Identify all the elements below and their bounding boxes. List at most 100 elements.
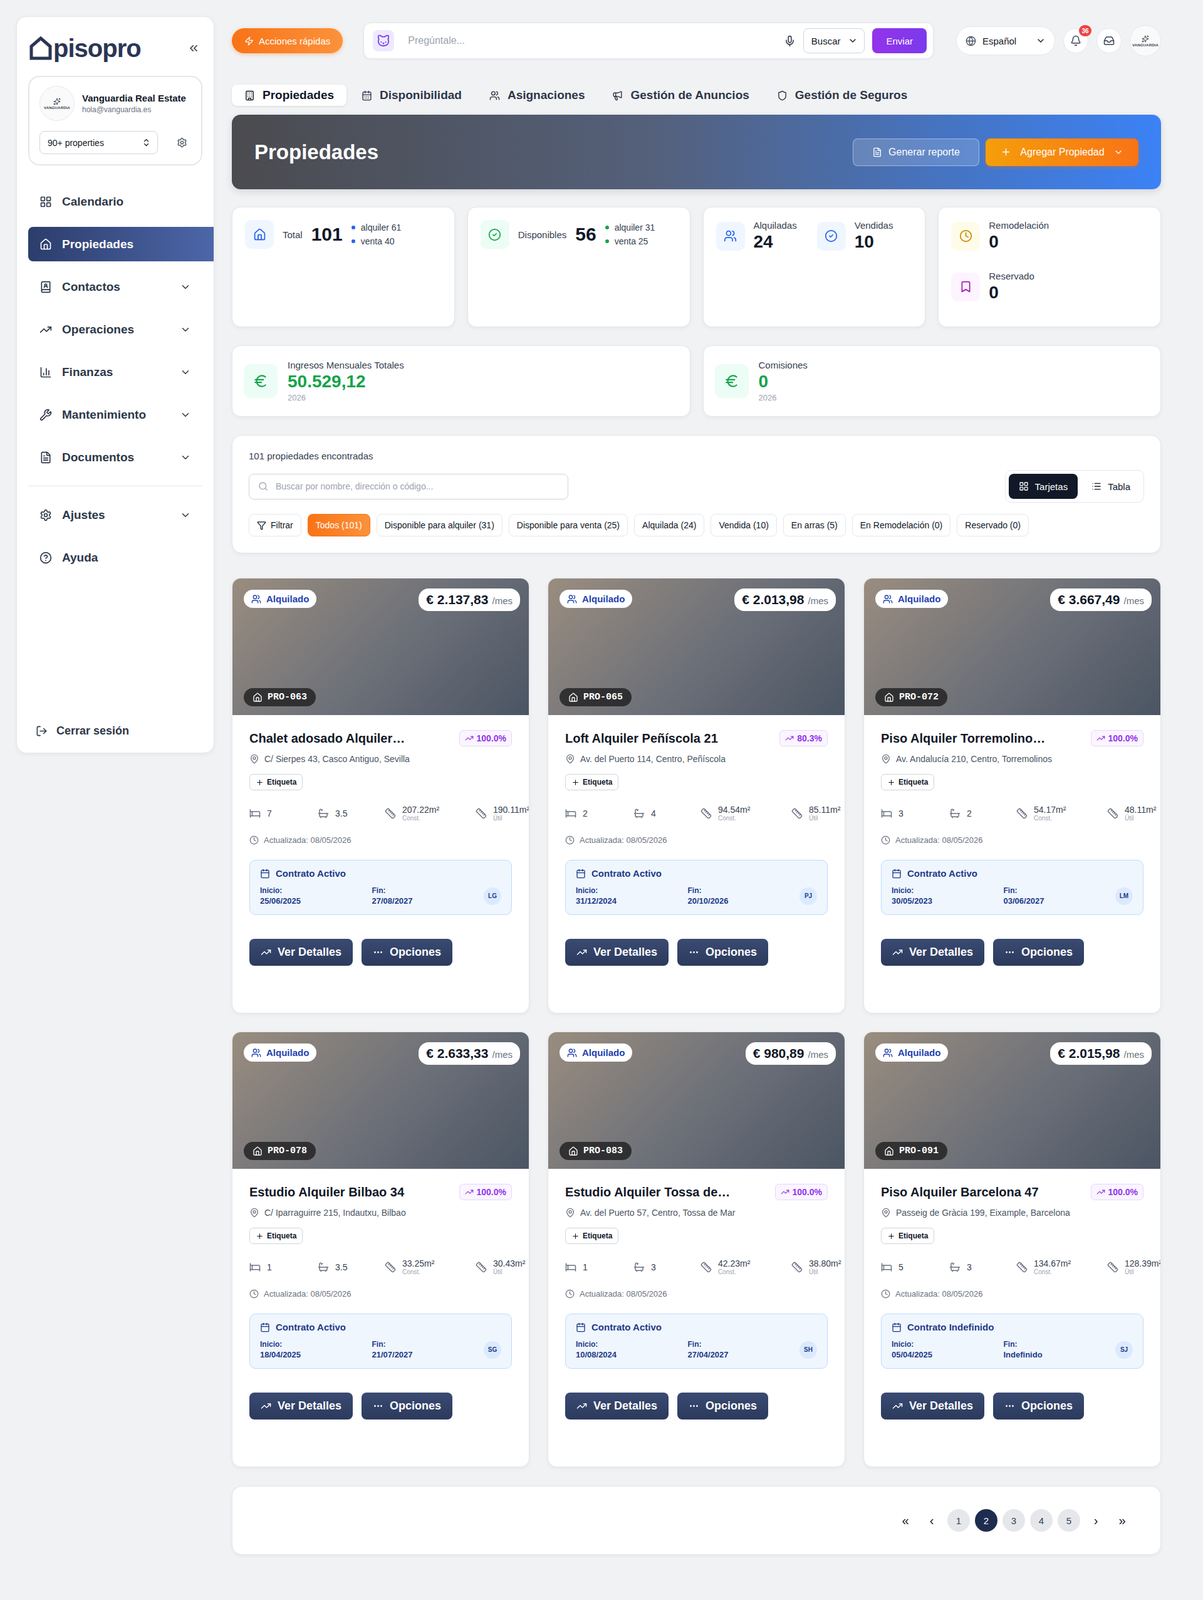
language-select[interactable]: Español (956, 26, 1056, 56)
sidebar-item[interactable]: Mantenimiento (28, 397, 203, 432)
stat-item: Remodelación0 (951, 219, 1049, 252)
title-row: Estudio Alquiler Bilbao 34100.0% (249, 1183, 512, 1200)
ellipsis-icon (372, 1400, 384, 1412)
page-button[interactable]: 3 (1002, 1508, 1026, 1532)
sidebar-item[interactable]: Operaciones (28, 312, 203, 347)
filter-chip[interactable]: En arras (5) (783, 513, 846, 537)
title-row: Estudio Alquiler Tossa de…100.0% (565, 1183, 828, 1200)
tab[interactable]: Propiedades (231, 84, 347, 106)
account-logo-mark-icon (53, 97, 61, 106)
sidebar-item[interactable]: Contactos (28, 269, 203, 304)
property-search[interactable]: Buscar por nombre, dirección o código... (248, 473, 569, 500)
stat-breakdown: venta 40 (351, 236, 402, 247)
options-button[interactable]: Opciones (677, 1392, 769, 1420)
last-page-button[interactable]: » (1111, 1508, 1133, 1532)
property-address: C/ Iparraguirre 215, Indautxu, Bilbao (249, 1207, 512, 1218)
ask-input[interactable]: Pregúntale... (401, 35, 777, 47)
contract-start: Inicio:05/04/2025 (891, 1339, 1004, 1360)
page-button[interactable]: 4 (1030, 1508, 1053, 1532)
details-button[interactable]: Ver Detalles (249, 1392, 353, 1420)
notifications-button[interactable]: 36 (1063, 28, 1089, 54)
income-label: Comisiones (758, 359, 808, 371)
gear-icon[interactable] (176, 137, 188, 148)
tab[interactable]: Asignaciones (476, 84, 598, 106)
first-page-button[interactable]: « (894, 1508, 917, 1532)
quick-actions-button[interactable]: Acciones rápidas (231, 28, 343, 54)
contract-box: Contrato ActivoInicio:25/06/2025Fin:27/0… (249, 859, 512, 915)
tab[interactable]: Disponibilidad (348, 84, 475, 106)
users-icon (567, 1047, 578, 1058)
sidebar-item[interactable]: Ayuda (28, 540, 203, 575)
tab[interactable]: Gestión de Seguros (764, 84, 920, 106)
sidebar-item[interactable]: Calendario (28, 184, 203, 219)
sidebar-item[interactable]: Finanzas (28, 354, 203, 390)
view-option[interactable]: Tarjetas (1008, 473, 1079, 499)
ruler-icon (1107, 807, 1119, 819)
add-property-button[interactable]: Agregar Propiedad (985, 138, 1139, 167)
notification-badge: 36 (1078, 25, 1092, 37)
tab[interactable]: Gestión de Anuncios (599, 84, 762, 106)
mode-select[interactable]: Buscar (803, 28, 866, 54)
bath-icon (949, 1261, 961, 1273)
tag-button[interactable]: Etiqueta (880, 1227, 935, 1244)
income-row: Ingresos Mensuales Totales50.529,122026C… (231, 345, 1162, 417)
clock-icon (565, 1288, 575, 1299)
stat-breakdown: alquiler 61 (351, 222, 402, 233)
page-button[interactable]: 5 (1057, 1508, 1081, 1532)
properties-select[interactable]: 90+ properties (39, 130, 158, 155)
details-button[interactable]: Ver Detalles (565, 1392, 669, 1420)
tag-button[interactable]: Etiqueta (249, 1227, 303, 1244)
ruler-icon (384, 1261, 396, 1273)
send-button[interactable]: Enviar (872, 28, 927, 54)
sidebar-item[interactable]: Propiedades (28, 226, 214, 262)
tag-button[interactable]: Etiqueta (565, 773, 619, 791)
options-button[interactable]: Opciones (993, 1392, 1084, 1420)
clock-icon (249, 835, 259, 845)
property-card: Alquilado€ 2.013,98/mesPRO-065Loft Alqui… (547, 577, 846, 1014)
filter-chip[interactable]: Reservado (0) (956, 513, 1029, 537)
logo[interactable]: pisopro (29, 34, 141, 63)
filter-chip[interactable]: Disponible para alquiler (31) (376, 513, 503, 537)
tag-button[interactable]: Etiqueta (249, 773, 303, 791)
property-photo: Alquilado€ 980,89/mesPRO-083 (548, 1031, 845, 1169)
user-avatar[interactable]: VANGUARDIA (1129, 25, 1162, 57)
page-button[interactable]: 1 (947, 1508, 970, 1532)
inbox-button[interactable] (1096, 28, 1122, 54)
tag-button[interactable]: Etiqueta (565, 1227, 619, 1244)
details-button[interactable]: Ver Detalles (565, 938, 669, 966)
next-page-button[interactable]: › (1085, 1508, 1107, 1532)
filter-chip[interactable]: En Remodelación (0) (852, 513, 952, 537)
sidebar-item[interactable]: Documentos (28, 439, 203, 475)
filter-chip[interactable]: Todos (101) (307, 513, 371, 537)
mic-icon[interactable] (783, 35, 796, 47)
match-badge: 100.0% (775, 1183, 828, 1200)
collapse-icon[interactable] (187, 41, 200, 55)
filter-chip[interactable]: Vendida (10) (710, 513, 777, 537)
details-button[interactable]: Ver Detalles (249, 938, 353, 966)
property-code: PRO-083 (559, 1141, 632, 1160)
report-button[interactable]: Generar reporte (852, 138, 980, 167)
view-option[interactable]: Tabla (1081, 473, 1141, 499)
filter-button[interactable]: Filtrar (248, 513, 302, 537)
contacts-icon (39, 280, 53, 294)
details-button[interactable]: Ver Detalles (880, 938, 985, 966)
filter-chip[interactable]: Alquilada (24) (634, 513, 705, 537)
details-button[interactable]: Ver Detalles (880, 1392, 985, 1420)
options-button[interactable]: Opciones (677, 938, 769, 966)
options-button[interactable]: Opciones (361, 938, 453, 966)
prev-page-button[interactable]: ‹ (921, 1508, 943, 1532)
options-button[interactable]: Opciones (993, 938, 1084, 966)
filter-chip[interactable]: Disponible para venta (25) (508, 513, 628, 537)
house-icon (252, 692, 263, 703)
ruler-icon (1107, 1261, 1119, 1273)
tag-button[interactable]: Etiqueta (880, 773, 935, 791)
bath-icon (633, 807, 645, 819)
sidebar-item[interactable]: Ajustes (28, 497, 203, 532)
card-body: Piso Alquiler Torremolino…100.0%Av. Anda… (864, 714, 1161, 983)
options-button[interactable]: Opciones (361, 1392, 453, 1420)
price-period: /mes (1123, 1048, 1145, 1060)
trending-icon (780, 1187, 790, 1197)
property-specs: 73.5207.22m²Const.190.11m²Útil (249, 805, 512, 822)
logout-button[interactable]: Cerrar sesión (16, 724, 214, 738)
page-button[interactable]: 2 (974, 1508, 998, 1532)
